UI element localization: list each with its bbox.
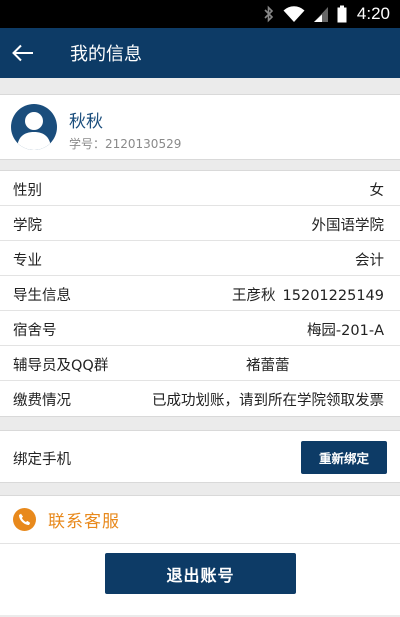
info-row-major: 专业 会计 xyxy=(0,241,400,276)
gender-label: 性别 xyxy=(13,183,42,199)
payment-label: 缴费情况 xyxy=(13,393,71,409)
status-time: 4:20 xyxy=(356,4,390,23)
signal-icon xyxy=(313,4,329,24)
info-row-college: 学院 外国语学院 xyxy=(0,206,400,241)
info-row-advisor: 导生信息 王彦秋 15201225149 xyxy=(0,276,400,311)
dorm-label: 宿舍号 xyxy=(13,323,57,339)
info-row-gender: 性别 女 xyxy=(0,171,400,206)
contact-support-row[interactable]: 联系客服 xyxy=(0,496,400,544)
bluetooth-icon xyxy=(263,4,275,24)
page-title: 我的信息 xyxy=(70,44,142,65)
phone-icon xyxy=(13,508,36,531)
contact-support-label: 联系客服 xyxy=(48,512,120,532)
info-list: 性别 女 学院 外国语学院 专业 会计 导生信息 王彦秋 15201225149 … xyxy=(0,170,400,417)
wifi-icon xyxy=(283,4,305,24)
logout-button[interactable]: 退出账号 xyxy=(105,553,296,594)
major-label: 专业 xyxy=(13,253,42,269)
advisor-value: 王彦秋 15201225149 xyxy=(232,284,384,305)
student-id: 学号：2120130529 xyxy=(69,137,182,151)
major-value: 会计 xyxy=(355,253,384,269)
user-icon xyxy=(17,112,51,150)
college-label: 学院 xyxy=(13,218,42,234)
bind-phone-section: 绑定手机 重新绑定 xyxy=(0,430,400,483)
gender-value: 女 xyxy=(369,183,385,199)
dorm-value: 梅园-201-A xyxy=(306,323,384,339)
user-name: 秋秋 xyxy=(69,112,103,132)
counselor-value: 褚蕾蕾 xyxy=(246,358,290,374)
counselor-label: 辅导员及QQ群 xyxy=(13,358,109,374)
rebind-button[interactable]: 重新绑定 xyxy=(301,441,387,474)
bind-phone-label: 绑定手机 xyxy=(13,452,71,468)
battery-icon xyxy=(337,4,347,24)
profile-card: 秋秋 学号：2120130529 xyxy=(0,94,400,160)
advisor-label: 导生信息 xyxy=(13,288,71,304)
payment-value: 已成功划账，请到所在学院领取发票 xyxy=(152,393,384,409)
advisor-phone: 15201225149 xyxy=(282,288,384,304)
arrow-left-icon xyxy=(12,44,33,62)
status-bar: 4:20 xyxy=(0,0,400,28)
contact-section: 联系客服 退出账号 xyxy=(0,495,400,615)
college-value: 外国语学院 xyxy=(311,218,385,234)
advisor-name: 王彦秋 xyxy=(232,288,276,304)
app-bar: 我的信息 xyxy=(0,28,400,78)
info-row-counselor: 辅导员及QQ群 褚蕾蕾 xyxy=(0,346,400,381)
avatar xyxy=(11,104,57,150)
info-row-payment: 缴费情况 已成功划账，请到所在学院领取发票 xyxy=(0,381,400,416)
back-button[interactable] xyxy=(0,28,46,78)
info-row-dorm: 宿舍号 梅园-201-A xyxy=(0,311,400,346)
